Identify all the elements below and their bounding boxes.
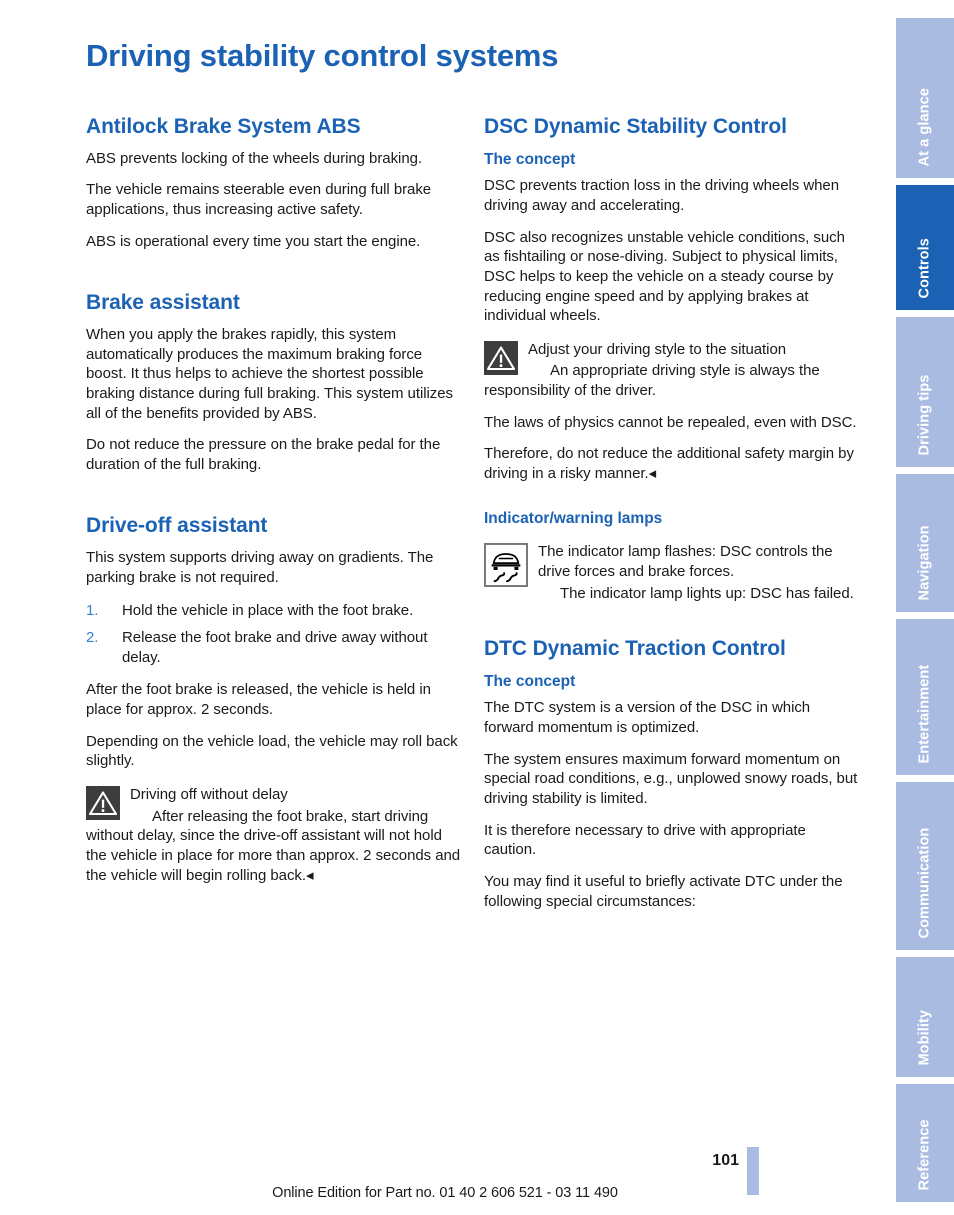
section-heading-dsc: DSC Dynamic Stability Control (484, 115, 787, 138)
dtc-paragraph-1: The DTC system is a version of the DSC i… (484, 699, 811, 737)
subheading-dtc-concept: The concept (484, 672, 576, 690)
drive-off-paragraph-1: After the foot brake is released, the ve… (86, 681, 431, 719)
sidebar-tab-label: Entertainment (916, 664, 933, 763)
step-text: Hold the vehicle in place with the foot … (122, 602, 414, 620)
warning-triangle-icon (484, 340, 518, 375)
drive-off-paragraph-2: Depending on the vehicle load, the vehic… (86, 732, 458, 770)
warning-note-title: Adjust your driving style to the situati… (528, 340, 787, 358)
step-number: 1. (86, 602, 99, 620)
subheading-indicator-warning-lamps: Indicator/warning lamps (484, 509, 663, 527)
warning-note-title: Driving off without delay (130, 785, 288, 803)
section-heading-abs: Antilock Brake System ABS (86, 115, 361, 138)
warning-note-body: An appropriate driving style is always t… (484, 362, 820, 400)
sidebar-tab-label: At a glance (916, 87, 933, 166)
section-heading-drive-off-assistant: Drive-off assistant (86, 514, 268, 538)
brake-assistant-paragraph-2: Do not reduce the pressure on the brake … (86, 436, 441, 473)
page-title: Driving stability control systems (86, 38, 559, 73)
sidebar-tab-label: Driving tips (916, 374, 933, 455)
warning-triangle-icon (86, 785, 120, 820)
warning-note-drive-off: Driving off without delay After releasin… (86, 785, 461, 885)
sidebar-tab-label: Communication (916, 827, 933, 938)
abs-paragraph-3: ABS is operational every time you start … (86, 232, 421, 250)
sidebar-tab-label: Navigation (916, 524, 933, 600)
dtc-paragraph-4: You may find it useful to briefly activa… (484, 872, 843, 910)
section-tab-rail: At a glance Controls Driving tips Naviga… (896, 0, 954, 1215)
list-item: 1. Hold the vehicle in place with the fo… (86, 601, 461, 621)
sidebar-tab-entertainment[interactable]: Entertainment (896, 619, 954, 775)
sidebar-tab-reference[interactable]: Reference (896, 1084, 954, 1202)
right-column: DSC Dynamic Stability Control The concep… (484, 115, 859, 923)
dsc-paragraph-2: DSC also recognizes unstable vehicle con… (484, 228, 845, 325)
section-heading-dtc: DTC Dynamic Traction Control (484, 637, 786, 661)
abs-paragraph-1: ABS prevents locking of the wheels durin… (86, 149, 423, 167)
warning-note-dsc: Adjust your driving style to the situati… (484, 340, 859, 401)
sidebar-tab-label: Reference (916, 1118, 933, 1190)
abs-paragraph-2: The vehicle remains steerable even durin… (86, 181, 432, 218)
warning-note-body: After releasing the foot brake, start dr… (86, 807, 461, 884)
drive-off-intro: This system supports driving away on gra… (86, 549, 434, 586)
sidebar-tab-controls[interactable]: Controls (896, 185, 954, 310)
dsc-lamp-flash-text: The indicator lamp flashes: DSC controls… (538, 543, 833, 580)
sidebar-tab-label: Controls (916, 237, 933, 298)
sidebar-tab-mobility[interactable]: Mobility (896, 957, 954, 1077)
edition-footer: Online Edition for Part no. 01 40 2 606 … (272, 1185, 618, 1201)
page-number: 101 (712, 1152, 739, 1169)
brake-assistant-paragraph-1: When you apply the brakes rapidly, this … (86, 326, 453, 422)
left-column: Antilock Brake System ABS ABS prevents l… (86, 115, 461, 897)
step-number: 2. (86, 629, 99, 647)
sidebar-tab-label: Mobility (916, 1009, 933, 1065)
sidebar-tab-at-a-glance[interactable]: At a glance (896, 18, 954, 178)
dtc-paragraph-2: The system ensures maximum forward momen… (484, 750, 858, 808)
sidebar-tab-driving-tips[interactable]: Driving tips (896, 317, 954, 467)
page-content: Driving stability control systems Antilo… (0, 0, 890, 1215)
dsc-lamp-lit-text: The indicator lamp lights up: DSC has fa… (560, 584, 854, 602)
subheading-dsc-concept: The concept (484, 150, 576, 168)
dsc-indicator-lamp-note: The indicator lamp flashes: DSC controls… (484, 542, 859, 603)
dsc-paragraph-4: Therefore, do not reduce the additional … (484, 445, 854, 482)
dsc-paragraph-3: The laws of physics cannot be repealed, … (484, 413, 857, 431)
manual-page: Driving stability control systems Antilo… (0, 0, 954, 1215)
step-text: Release the foot brake and drive away wi… (122, 629, 428, 666)
dsc-paragraph-1: DSC prevents traction loss in the drivin… (484, 177, 840, 214)
dtc-paragraph-3: It is therefore necessary to drive with … (484, 821, 806, 859)
section-heading-brake-assistant: Brake assistant (86, 291, 240, 315)
dsc-indicator-lamp-icon (484, 543, 528, 588)
list-item: 2. Release the foot brake and drive away… (86, 628, 461, 667)
sidebar-tab-communication[interactable]: Communication (896, 782, 954, 950)
sidebar-tab-navigation[interactable]: Navigation (896, 474, 954, 612)
drive-off-steps: 1. Hold the vehicle in place with the fo… (86, 601, 461, 667)
